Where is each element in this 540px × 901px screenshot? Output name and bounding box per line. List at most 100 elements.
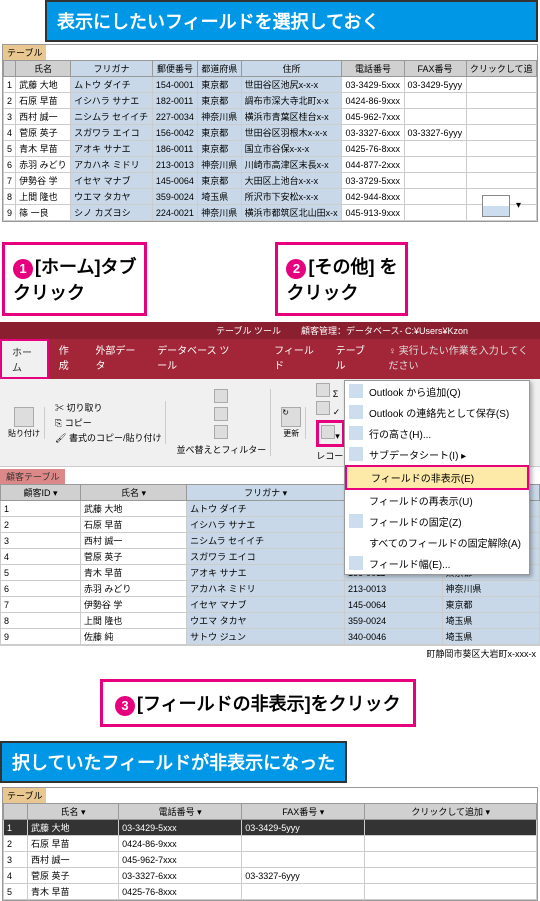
col-header[interactable] (4, 804, 28, 820)
cell[interactable]: 5 (1, 565, 81, 581)
paste-button[interactable]: 貼り付け (8, 407, 40, 439)
cell[interactable]: 横浜市青葉区桂台x-x (241, 109, 342, 125)
cell[interactable]: 0424-86-9xxx (342, 93, 404, 109)
cell[interactable]: 菅原 英子 (28, 868, 119, 884)
cell[interactable]: 神奈川県 (198, 157, 241, 173)
cell[interactable]: 武藤 大地 (80, 501, 186, 517)
cell[interactable]: 菅原 英子 (16, 125, 71, 141)
cell[interactable]: ニシムラ セイイチ (187, 533, 345, 549)
cell[interactable]: 042-944-8xxx (342, 189, 404, 205)
sort-desc-button[interactable] (214, 407, 228, 423)
cell[interactable]: イセヤ マナブ (71, 173, 153, 189)
cell[interactable]: 1 (4, 77, 16, 93)
menu-item[interactable]: フィールドの非表示(E) (345, 465, 529, 490)
cell[interactable]: 菅原 英子 (80, 549, 186, 565)
cell[interactable]: 045-913-9xxx (342, 205, 404, 221)
cell[interactable]: 03-3729-5xxx (342, 173, 404, 189)
cell[interactable]: 03-3429-5yyy (404, 77, 466, 93)
tab-home[interactable]: ホーム (0, 339, 49, 379)
cell[interactable]: 埼玉県 (198, 189, 241, 205)
cell[interactable]: 世田谷区羽根木x-x-x (241, 125, 342, 141)
cell[interactable]: 大田区上池台x-x-x (241, 173, 342, 189)
cell[interactable]: 8 (1, 613, 81, 629)
cell[interactable]: 2 (4, 836, 28, 852)
col-header[interactable]: FAX番号 ▾ (242, 804, 365, 820)
new-record-button[interactable]: Σ (316, 383, 338, 399)
cell[interactable]: 西村 誠一 (28, 852, 119, 868)
cell[interactable] (365, 836, 537, 852)
cell[interactable]: イシハラ サナエ (187, 517, 345, 533)
cell[interactable]: 所沢市下安松x-x-x (241, 189, 342, 205)
cell[interactable]: 224-0021 (152, 205, 197, 221)
col-header[interactable]: クリックして追 (466, 61, 536, 77)
cell[interactable]: 2 (4, 93, 16, 109)
cell[interactable]: 3 (1, 533, 81, 549)
menu-item[interactable]: サブデータシート(I) ▸ (345, 444, 529, 465)
cell[interactable]: 03-3327-6xxx (342, 125, 404, 141)
cell[interactable] (404, 141, 466, 157)
cell[interactable] (466, 109, 536, 125)
col-header[interactable]: 氏名 ▾ (80, 485, 186, 501)
menu-item[interactable]: 行の高さ(H)... (345, 423, 529, 444)
cell[interactable]: 世田谷区池尻x-x-x (241, 77, 342, 93)
cell[interactable]: 武藤 大地 (28, 820, 119, 836)
col-header[interactable]: フリガナ (71, 61, 153, 77)
cell[interactable]: 青木 早苗 (28, 884, 119, 900)
cell[interactable]: 213-0013 (152, 157, 197, 173)
tell-me[interactable]: ♀ 実行したい作業を入力してください (378, 339, 540, 379)
cell[interactable]: 赤羽 みどり (80, 581, 186, 597)
cell[interactable]: ニシムラ セイイチ (71, 109, 153, 125)
cell[interactable]: 359-0024 (152, 189, 197, 205)
cell[interactable]: 上間 隆也 (16, 189, 71, 205)
more-button[interactable]: ▾ (316, 420, 345, 447)
cell[interactable] (242, 852, 365, 868)
cell[interactable]: 東京都 (198, 173, 241, 189)
tab-field[interactable]: フィールド (264, 339, 326, 379)
cell[interactable]: 145-0064 (152, 173, 197, 189)
cell[interactable]: 国立市谷保x-x-x (241, 141, 342, 157)
cell[interactable]: 武藤 大地 (16, 77, 71, 93)
cell[interactable]: 4 (1, 549, 81, 565)
cell[interactable]: 03-3429-5yyy (242, 820, 365, 836)
col-header[interactable]: 電話番号 ▾ (119, 804, 242, 820)
cell[interactable] (242, 884, 365, 900)
cell[interactable]: 3 (4, 852, 28, 868)
cell[interactable] (404, 173, 466, 189)
cell[interactable]: 西村 誠一 (80, 533, 186, 549)
tab-external[interactable]: 外部データ (85, 339, 147, 379)
cell[interactable]: 340-0046 (345, 629, 442, 645)
cell[interactable]: サトウ ジュン (187, 629, 345, 645)
cell[interactable]: 0425-76-8xxx (342, 141, 404, 157)
cell[interactable] (466, 93, 536, 109)
cell[interactable]: 埼玉県 (442, 613, 540, 629)
cell[interactable]: 神奈川県 (442, 581, 540, 597)
cell[interactable] (404, 157, 466, 173)
col-header[interactable]: 住所 (241, 61, 342, 77)
filter-button[interactable] (214, 425, 228, 441)
cell[interactable]: 埼玉県 (442, 629, 540, 645)
col-header[interactable]: FAX番号 (404, 61, 466, 77)
format-painter-button[interactable]: 🖌 書式のコピー/貼り付け (55, 431, 161, 444)
cell[interactable] (466, 173, 536, 189)
cell[interactable]: 154-0001 (152, 77, 197, 93)
cell[interactable]: 7 (4, 173, 16, 189)
cell[interactable]: 6 (1, 581, 81, 597)
cell[interactable]: 神奈川県 (198, 109, 241, 125)
cell[interactable] (365, 820, 537, 836)
cell[interactable] (365, 884, 537, 900)
cell[interactable]: 篠 一良 (16, 205, 71, 221)
cell[interactable]: 佐藤 純 (80, 629, 186, 645)
cell[interactable]: 石原 早苗 (80, 517, 186, 533)
cell[interactable] (466, 157, 536, 173)
cell[interactable]: ムトウ ダイチ (187, 501, 345, 517)
tab-table[interactable]: テーブル (326, 339, 379, 379)
cell[interactable]: 227-0034 (152, 109, 197, 125)
col-header[interactable]: クリックして追加 ▾ (365, 804, 537, 820)
cell[interactable]: 5 (4, 884, 28, 900)
cell[interactable]: アカハネ ミドリ (187, 581, 345, 597)
cell[interactable] (365, 868, 537, 884)
cell[interactable]: 359-0024 (345, 613, 442, 629)
col-header[interactable]: 郵便番号 (152, 61, 197, 77)
cell[interactable]: 6 (4, 157, 16, 173)
cell[interactable]: 8 (4, 189, 16, 205)
